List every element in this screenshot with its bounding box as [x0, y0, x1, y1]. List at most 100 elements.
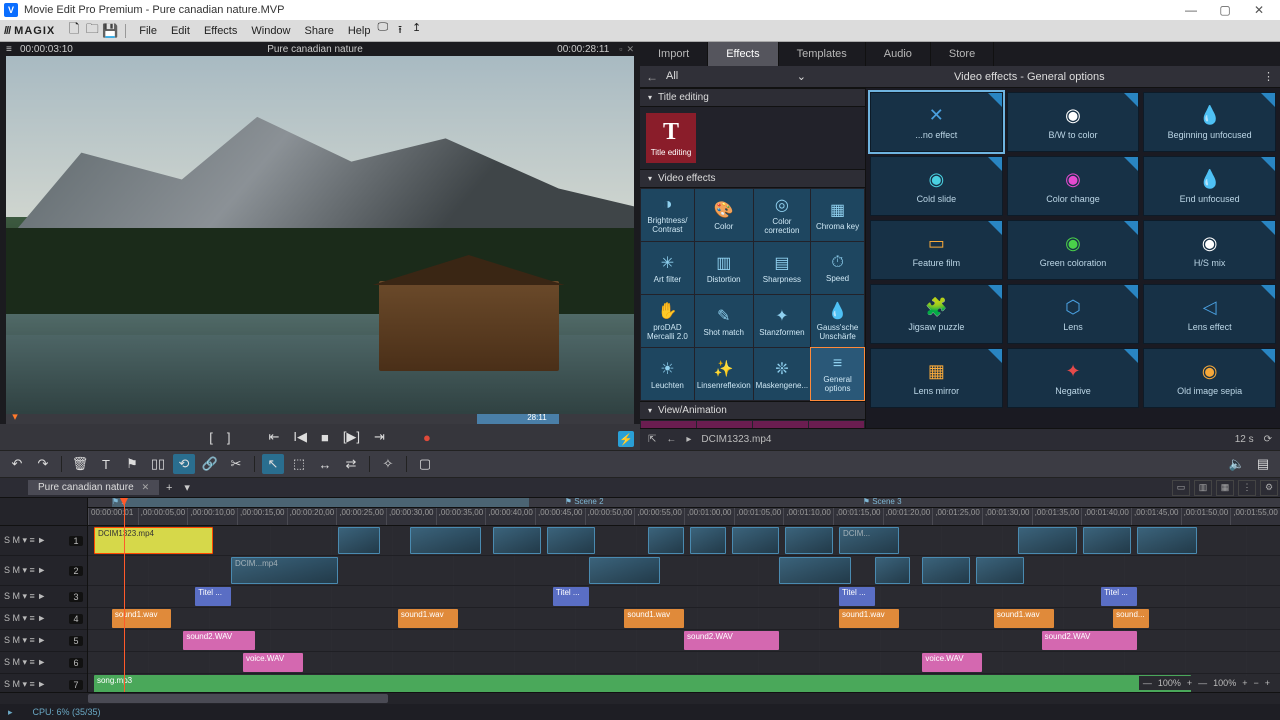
scissors-icon[interactable]: ✂	[225, 454, 247, 474]
nav-back-icon[interactable]: ←	[666, 434, 676, 445]
effect-preset[interactable]: ✕...no effect	[870, 92, 1003, 152]
timeline-clip[interactable]: sound2.WAV	[183, 631, 255, 650]
mark-in-icon[interactable]: [	[209, 430, 213, 445]
refresh-icon[interactable]: ⟳	[1264, 434, 1272, 445]
group-icon[interactable]: ▯▯	[147, 454, 169, 474]
timeline-clip[interactable]	[1137, 527, 1197, 554]
track-header[interactable]: S M ▾ ≡ ►3	[0, 586, 87, 608]
effect-category-tile[interactable]: ✦Stanzformen	[754, 295, 810, 347]
section-video-effects[interactable]: Video effects	[640, 169, 865, 188]
save-icon[interactable]: 💾	[101, 23, 119, 39]
timeline-clip[interactable]	[589, 557, 661, 584]
delete-icon[interactable]: 🗑	[69, 454, 91, 474]
snap-icon[interactable]: ▢	[414, 454, 436, 474]
timeline-clip[interactable]: Titel ...	[195, 587, 231, 606]
stretch-tool-icon[interactable]: ↔	[314, 454, 336, 474]
track-header[interactable]: S M ▾ ≡ ►1	[0, 526, 87, 556]
effect-category-tile[interactable]: ✎Shot match	[695, 295, 753, 347]
effect-category-tile[interactable]: ❊Maskengene...	[754, 348, 810, 400]
effect-category-tile[interactable]: ◑Brightness/Contrast	[641, 189, 694, 241]
minimize-button[interactable]: —	[1174, 3, 1208, 17]
close-tab-icon[interactable]: ✕	[142, 482, 150, 493]
timeline-scrollbar[interactable]	[0, 692, 1280, 704]
pointer-tool-icon[interactable]: ↖	[262, 454, 284, 474]
timeline-clip[interactable]	[547, 527, 595, 554]
effect-preset[interactable]: 🧩Jigsaw puzzle	[870, 284, 1003, 344]
effect-preset[interactable]: ▭Feature film	[870, 220, 1003, 280]
timeline-clip[interactable]	[976, 557, 1024, 584]
menu-share[interactable]: Share	[298, 25, 341, 37]
timeline-clip[interactable]	[785, 527, 833, 554]
effect-category-tile[interactable]: 💧Gauss'scheUnschärfe	[811, 295, 864, 347]
tab-store[interactable]: Store	[931, 42, 994, 66]
tab-templates[interactable]: Templates	[779, 42, 866, 66]
timeline-clip[interactable]: sound2.WAV	[684, 631, 779, 650]
effect-preset[interactable]: ◉Cold slide	[870, 156, 1003, 216]
effect-category-tile[interactable]: ✨Linsenreflexion	[695, 348, 753, 400]
stop-icon[interactable]: ■	[321, 430, 329, 445]
ripple-icon[interactable]: ⟲	[173, 454, 195, 474]
maximize-button[interactable]: ▢	[1208, 3, 1242, 17]
marker-icon[interactable]: ⚑	[121, 454, 143, 474]
effect-category-tile[interactable]: ☀Leuchten	[641, 348, 694, 400]
timeline-clip[interactable]: song.mp3	[94, 675, 1191, 692]
timeline-clip[interactable]: DCIM...mp4	[231, 557, 338, 584]
effect-preset[interactable]: ⬡Lens	[1007, 284, 1140, 344]
effect-category-tile[interactable]: ✳Art filter	[641, 242, 694, 294]
effect-preset[interactable]: ▦Lens mirror	[870, 348, 1003, 408]
view-settings[interactable]: ⚙	[1260, 480, 1278, 496]
track-header[interactable]: S M ▾ ≡ ►5	[0, 630, 87, 652]
fx-tool-icon[interactable]: ✧	[377, 454, 399, 474]
timeline-clip[interactable]: voice.WAV	[243, 653, 303, 672]
timeline-clip[interactable]	[779, 557, 851, 584]
add-sequence-button[interactable]: +	[161, 482, 177, 494]
effect-preset[interactable]: 💧End unfocused	[1143, 156, 1276, 216]
timeline-clip[interactable]	[690, 527, 726, 554]
effect-category-tile[interactable]: ▦Chroma key	[811, 189, 864, 241]
timeline-clip[interactable]	[732, 527, 780, 554]
timeline-clip[interactable]: voice.WAV	[922, 653, 982, 672]
open-folder-icon[interactable]: 🗀	[83, 20, 101, 42]
menu-effects[interactable]: Effects	[197, 25, 244, 37]
effect-preset[interactable]: ◉H/S mix	[1143, 220, 1276, 280]
effect-category-tile[interactable]: ▤Sharpness	[754, 242, 810, 294]
track-header[interactable]: S M ▾ ≡ ►2	[0, 556, 87, 586]
link-icon[interactable]: 🔗	[199, 454, 221, 474]
timeline-clip[interactable]: sound1.wav	[624, 609, 684, 628]
effect-category-tile[interactable]: ◎Colorcorrection	[754, 189, 810, 241]
menu-file[interactable]: File	[132, 25, 164, 37]
tab-effects[interactable]: Effects	[708, 42, 778, 66]
timeline-clip[interactable]: Titel ...	[553, 587, 589, 606]
effect-category-tile[interactable]: ▥Distortion	[695, 242, 753, 294]
effect-preset[interactable]: ◉Green coloration	[1007, 220, 1140, 280]
effect-category-tile[interactable]: 🎨Color	[695, 189, 753, 241]
preview-viewport[interactable]	[6, 56, 634, 414]
playhead[interactable]	[124, 498, 125, 692]
effect-preset[interactable]: ✦Negative	[1007, 348, 1140, 408]
effect-category-tile[interactable]: ≡Generaloptions	[811, 348, 864, 400]
view-tile[interactable]: ✦	[809, 421, 864, 428]
timeline-clip[interactable]	[338, 527, 380, 554]
timeline-clip[interactable]	[922, 557, 970, 584]
slip-tool-icon[interactable]: ⇄	[340, 454, 362, 474]
new-file-icon[interactable]: 🗋	[65, 20, 83, 42]
close-button[interactable]: ✕	[1242, 3, 1276, 17]
sequence-tab[interactable]: Pure canadian nature✕	[28, 480, 159, 495]
tab-import[interactable]: Import	[640, 42, 708, 66]
view-mode-3[interactable]: ▦	[1216, 480, 1234, 496]
zoom-controls[interactable]: —100%+ —100%+ −+	[1139, 676, 1274, 690]
effect-category-tile[interactable]: ✋proDADMercalli 2.0	[641, 295, 694, 347]
timeline-clip[interactable]	[1083, 527, 1131, 554]
tab-audio[interactable]: Audio	[866, 42, 931, 66]
view-tile[interactable]: ⤢	[641, 421, 696, 428]
mute-icon[interactable]: 🔈	[1226, 454, 1248, 474]
timeline-clip[interactable]: sound1.wav	[839, 609, 899, 628]
view-mode-1[interactable]: ▭	[1172, 480, 1190, 496]
record-icon[interactable]: ●	[423, 430, 431, 445]
track-header[interactable]: S M ▾ ≡ ►6	[0, 652, 87, 674]
timeline-clip[interactable]: sound1.wav	[112, 609, 172, 628]
prev-frame-icon[interactable]: I◀	[293, 429, 307, 445]
menu-window[interactable]: Window	[244, 25, 297, 37]
export-icon[interactable]: ⭱	[398, 21, 402, 40]
timeline-clip[interactable]: DCIM...	[839, 527, 899, 554]
